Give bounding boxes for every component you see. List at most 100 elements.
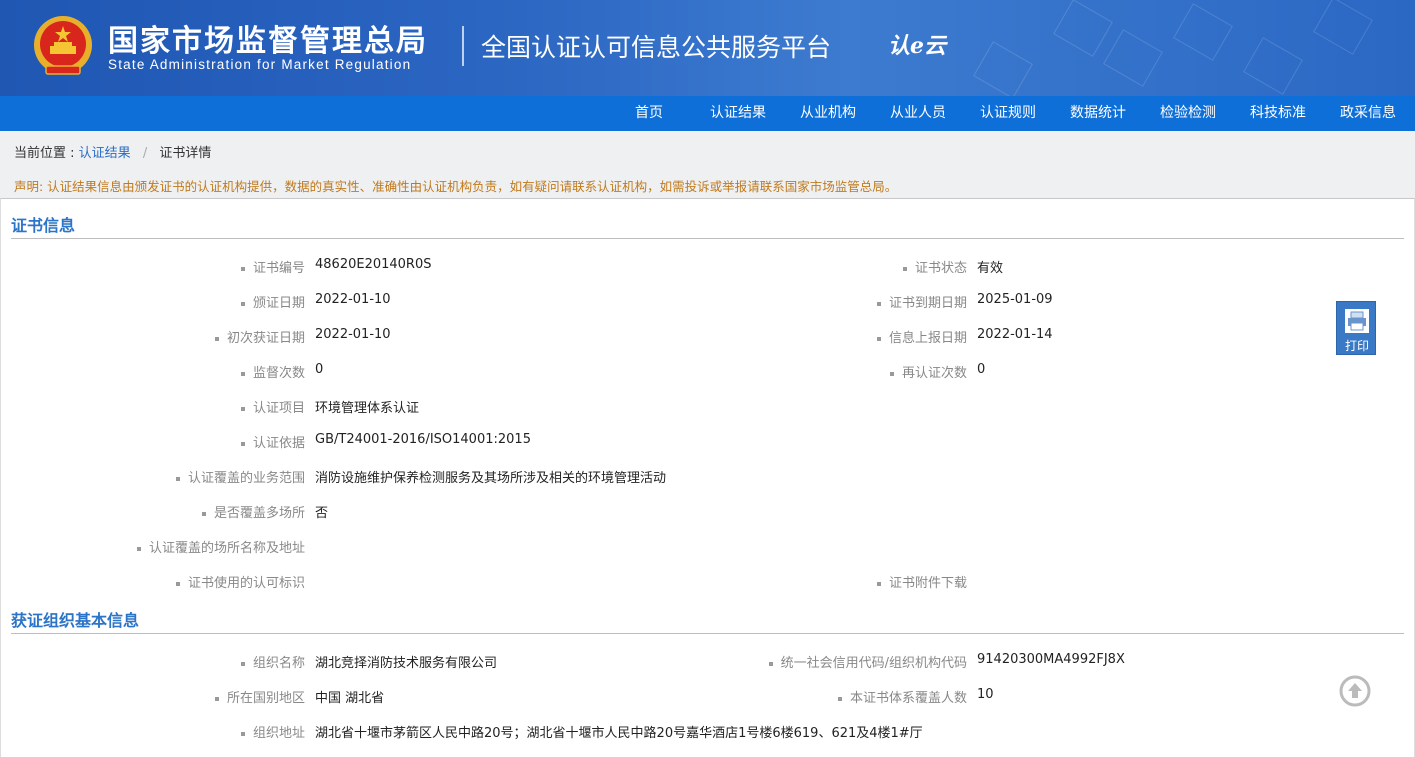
field-label: 是否覆盖多场所	[201, 502, 305, 521]
bullet-icon	[240, 266, 245, 271]
field-label: 所在国别地区	[214, 687, 305, 706]
bullet-icon	[240, 661, 245, 666]
field-value: 2022-01-10	[315, 327, 391, 342]
nav-item-statistics[interactable]: 数据统计	[1070, 96, 1126, 131]
header-divider	[462, 26, 464, 66]
nav-item-cert-results[interactable]: 认证结果	[710, 96, 766, 131]
field-label: 统一社会信用代码/组织机构代码	[768, 652, 967, 671]
field-value: GB/T24001-2016/ISO14001:2015	[315, 432, 531, 447]
field-value: 环境管理体系认证	[315, 401, 420, 416]
decor-hex	[1053, 0, 1113, 57]
field-label: 信息上报日期	[876, 327, 967, 346]
nav-item-standards[interactable]: 科技标准	[1250, 96, 1306, 131]
field-label-text: 认证覆盖的场所名称及地址	[148, 541, 305, 556]
nav-item-procurement[interactable]: 政采信息	[1340, 96, 1396, 131]
field-value: 10	[977, 687, 994, 702]
field-label-text: 证书到期日期	[888, 296, 967, 311]
print-label: 打印	[1344, 339, 1369, 353]
printer-icon	[1345, 309, 1369, 333]
breadcrumb-area: 当前位置 : 认证结果 / 证书详情 声明: 认证结果信息由颁发证书的认证机构提…	[0, 131, 1415, 198]
breadcrumb-current: 证书详情	[159, 146, 212, 161]
field-value: 0	[315, 362, 324, 377]
main-nav: 首页 认证结果 从业机构 从业人员 认证规则 数据统计 检验检测 科技标准 政采…	[0, 96, 1415, 131]
bullet-icon	[240, 441, 245, 446]
breadcrumb: 当前位置 : 认证结果 / 证书详情	[14, 142, 211, 161]
bullet-icon	[240, 406, 245, 411]
section-divider	[11, 238, 1404, 239]
back-to-top-button[interactable]	[1339, 675, 1371, 707]
field-label-text: 本证书体系覆盖人数	[849, 691, 967, 706]
field-label-text: 组织地址	[252, 726, 305, 741]
section-title-cert: 证书信息	[11, 216, 76, 235]
print-button[interactable]: 打印	[1336, 301, 1376, 355]
nav-item-rules[interactable]: 认证规则	[980, 96, 1036, 131]
bullet-icon	[175, 581, 180, 586]
nav-item-personnel[interactable]: 从业人员	[890, 96, 946, 131]
field-label-text: 认证覆盖的业务范围	[187, 471, 305, 486]
field-label: 证书附件下载	[876, 572, 967, 591]
bullet-icon	[876, 581, 881, 586]
bullet-icon	[240, 731, 245, 736]
field-label-text: 颁证日期	[252, 296, 305, 311]
nav-item-home[interactable]: 首页	[635, 96, 663, 131]
field-value: 48620E20140R0S	[315, 257, 432, 272]
bullet-icon	[214, 696, 219, 701]
platform-title: 全国认证认可信息公共服务平台	[481, 33, 832, 62]
field-label: 证书状态	[902, 257, 967, 276]
field-label-text: 信息上报日期	[888, 331, 967, 346]
field-label-text: 是否覆盖多场所	[213, 506, 305, 521]
bullet-icon	[876, 301, 881, 306]
field-label-text: 证书编号	[252, 261, 305, 276]
field-label: 初次获证日期	[214, 327, 305, 346]
bullet-icon	[240, 301, 245, 306]
bullet-icon	[201, 511, 206, 516]
bullet-icon	[837, 696, 842, 701]
field-label-text: 证书附件下载	[888, 576, 967, 591]
field-label: 监督次数	[240, 362, 305, 381]
site-header: 国家市场监督管理总局 State Administration for Mark…	[0, 0, 1415, 96]
decor-hex	[973, 41, 1033, 96]
field-value: 湖北省十堰市茅箭区人民中路20号；湖北省十堰市人民中路20号嘉华酒店1号楼6楼6…	[315, 726, 923, 741]
section-title-org: 获证组织基本信息	[11, 611, 140, 630]
nav-item-institutions[interactable]: 从业机构	[800, 96, 856, 131]
field-label: 组织名称	[240, 652, 305, 671]
bullet-icon	[876, 336, 881, 341]
nav-item-inspection[interactable]: 检验检测	[1160, 96, 1216, 131]
field-label-text: 证书状态	[914, 261, 967, 276]
arrow-up-circle-icon	[1339, 675, 1371, 707]
bullet-icon	[889, 371, 894, 376]
field-value: 消防设施维护保养检测服务及其场所涉及相关的环境管理活动	[315, 471, 667, 486]
field-value: 湖北竞择消防技术服务有限公司	[315, 656, 498, 671]
field-value: 2025-01-09	[977, 292, 1053, 307]
field-label-text: 证书使用的认可标识	[187, 576, 305, 591]
field-label: 本证书体系覆盖人数	[837, 687, 967, 706]
bullet-icon	[240, 371, 245, 376]
org-name-cn: 国家市场监督管理总局	[108, 24, 428, 59]
field-label: 认证项目	[240, 397, 305, 416]
field-label: 认证覆盖的业务范围	[175, 467, 305, 486]
bullet-icon	[902, 266, 907, 271]
field-label: 证书编号	[240, 257, 305, 276]
field-value: 2022-01-10	[315, 292, 391, 307]
decor-hex	[1243, 37, 1303, 95]
field-label-text: 认证项目	[252, 401, 305, 416]
breadcrumb-link-cert-results[interactable]: 认证结果	[79, 146, 131, 161]
field-label: 再认证次数	[889, 362, 967, 381]
bullet-icon	[136, 546, 141, 551]
field-label: 认证依据	[240, 432, 305, 451]
decor-hex	[1313, 0, 1373, 55]
field-label: 证书到期日期	[876, 292, 967, 311]
field-label: 组织地址	[240, 722, 305, 741]
section-divider	[11, 633, 1404, 634]
org-name-en: State Administration for Market Regulati…	[108, 57, 412, 72]
breadcrumb-separator: /	[142, 146, 148, 161]
field-value: 否	[315, 506, 329, 521]
field-label-text: 统一社会信用代码/组织机构代码	[780, 656, 967, 671]
field-value: 有效	[977, 261, 1004, 276]
cloud-logo: 认e云	[888, 33, 946, 59]
field-label-text: 初次获证日期	[226, 331, 305, 346]
field-value: 0	[977, 362, 986, 377]
decor-hex	[1103, 29, 1163, 87]
field-label: 颁证日期	[240, 292, 305, 311]
breadcrumb-prefix: 当前位置 :	[14, 146, 75, 161]
